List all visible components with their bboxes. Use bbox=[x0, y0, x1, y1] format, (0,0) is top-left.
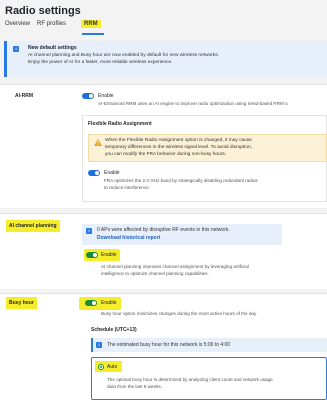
busy-hour-toggle-label: Enable bbox=[101, 300, 117, 306]
auto-description: data from the last 6 weeks. bbox=[107, 384, 162, 389]
fra-description: FRA optimizes the 2.4 GHz band by strate… bbox=[104, 178, 258, 183]
fra-toggle[interactable] bbox=[88, 170, 100, 176]
tab-bar: Overview RF profiles RRM bbox=[0, 20, 327, 35]
ai-rrm-toggle-label: Enable bbox=[98, 93, 114, 99]
ai-channel-toggle-label: Enable bbox=[101, 252, 117, 258]
ai-channel-toggle[interactable] bbox=[86, 252, 98, 258]
warning-text: temporary differences in the wireless si… bbox=[105, 145, 253, 150]
auto-radio-label: Auto bbox=[107, 364, 118, 370]
banner-text: AI channel planning and Busy hour are no… bbox=[28, 53, 219, 58]
info-icon: i bbox=[96, 342, 102, 348]
info-banner: i New default settings AI channel planni… bbox=[4, 41, 327, 77]
ai-channel-description: intelligence to optimize channel plannin… bbox=[101, 271, 209, 276]
busy-hour-label: Busy hour bbox=[6, 297, 37, 309]
warning-text: you can modify the FRA behavior during n… bbox=[105, 152, 227, 157]
download-report-link[interactable]: Download historical report bbox=[97, 235, 160, 241]
banner-text: Enjoy the power of AI for a faster, more… bbox=[28, 60, 173, 65]
estimate-text: The estimated busy hour for this network… bbox=[107, 342, 231, 348]
fra-toggle-label: Enable bbox=[104, 170, 120, 176]
page-title: Radio settings bbox=[5, 5, 81, 17]
warning-alert: When the Flexible Radio Assignment optio… bbox=[88, 134, 327, 162]
warning-icon bbox=[94, 139, 102, 146]
banner-title: New default settings bbox=[28, 45, 77, 51]
fra-description: to reduce interference. bbox=[104, 185, 150, 190]
busy-hour-estimate-info: i The estimated busy hour for this netwo… bbox=[91, 338, 327, 352]
tab-rrm[interactable]: RRM bbox=[81, 20, 101, 28]
busy-hour-toggle[interactable] bbox=[85, 300, 97, 306]
active-tab-indicator bbox=[82, 33, 104, 35]
ai-rrm-description: AI-Enhanced RRM uses an AI engine to imp… bbox=[98, 101, 288, 106]
info-icon: i bbox=[13, 46, 19, 52]
flexible-radio-title: Flexible Radio Assignment bbox=[88, 121, 152, 127]
auto-description: The optimal busy hour is determined by a… bbox=[107, 377, 273, 382]
warning-text: When the Flexible Radio Assignment optio… bbox=[105, 138, 252, 143]
info-icon: i bbox=[86, 228, 92, 234]
rf-events-info: i 0 APs were affected by disruptive RF e… bbox=[82, 224, 282, 245]
tab-overview[interactable]: Overview bbox=[5, 21, 30, 27]
ai-rrm-label: AI-RRM bbox=[15, 93, 34, 99]
ai-channel-description: AI channel planning improves channel ass… bbox=[101, 264, 249, 269]
busy-hour-description: Busy hour option minimizes changes durin… bbox=[101, 311, 257, 316]
schedule-label: Schedule (UTC+13) bbox=[91, 327, 137, 333]
tab-rf-profiles[interactable]: RF profiles bbox=[37, 21, 66, 27]
ai-rrm-toggle[interactable] bbox=[82, 93, 94, 99]
auto-radio[interactable] bbox=[98, 364, 104, 370]
rf-events-text: 0 APs were affected by disruptive RF eve… bbox=[97, 227, 230, 233]
ai-channel-planning-label: AI channel planning bbox=[6, 220, 60, 232]
